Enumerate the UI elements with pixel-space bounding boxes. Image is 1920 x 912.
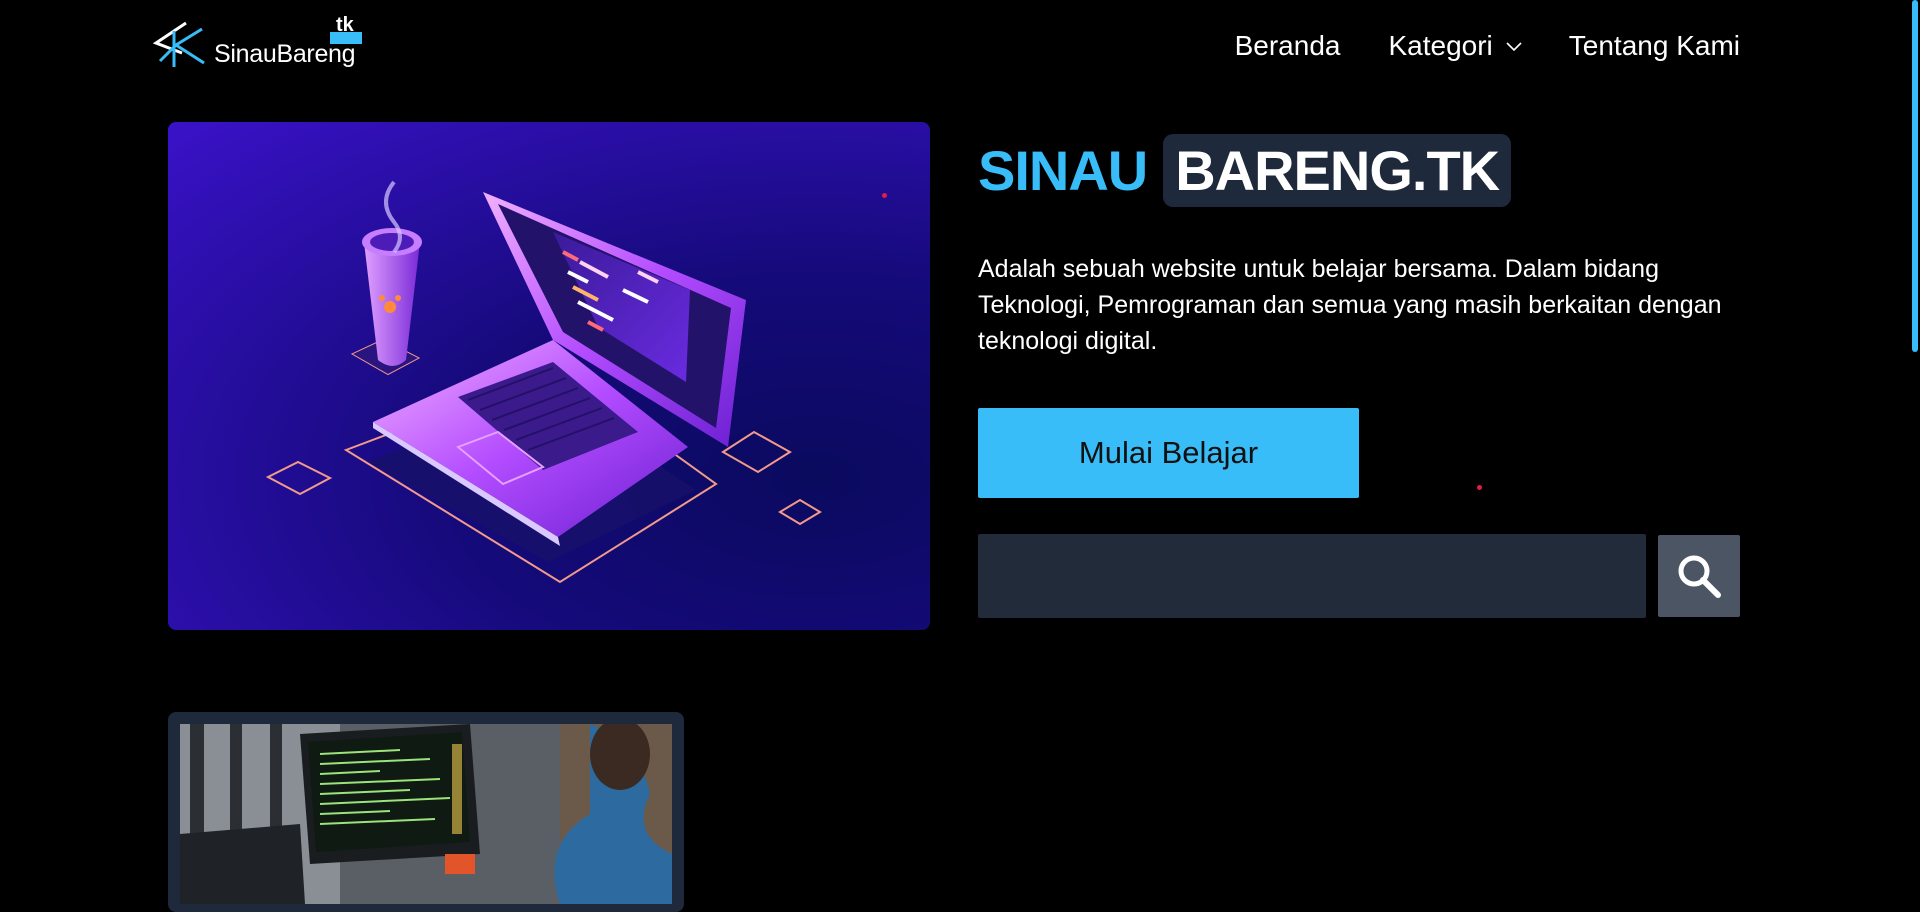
- laptop-coffee-illustration: [265, 180, 822, 584]
- logo-text: SinauBareng: [214, 40, 356, 68]
- decorative-dot: [1477, 485, 1482, 490]
- nav-kategori[interactable]: Kategori: [1388, 30, 1522, 62]
- programmer-photo: [180, 724, 672, 904]
- mulai-belajar-button[interactable]: Mulai Belajar: [978, 408, 1359, 498]
- nav-tentang-kami[interactable]: Tentang Kami: [1569, 30, 1740, 62]
- hero-description: Adalah sebuah website untuk belajar bers…: [978, 255, 1722, 355]
- search-icon: [1678, 555, 1721, 598]
- logo-badge: tk: [330, 14, 362, 44]
- chevron-down-icon: [1506, 42, 1522, 52]
- hero-title-part2: BARENG.TK: [1163, 134, 1512, 207]
- hero-illustration: [168, 122, 930, 630]
- main-nav: Beranda Kategori Tentang Kami: [1235, 30, 1740, 62]
- hero-title-part1: SINAU: [978, 139, 1148, 202]
- site-logo[interactable]: SinauBareng tk: [152, 14, 364, 72]
- decorative-dot: [882, 193, 887, 198]
- post-card[interactable]: [168, 712, 684, 912]
- search-button[interactable]: [1658, 535, 1740, 617]
- nav-beranda[interactable]: Beranda: [1235, 30, 1341, 62]
- sk-logo-icon: [152, 21, 205, 67]
- hero-title: SINAU BARENG.TK: [978, 134, 1512, 207]
- post-card-image: [180, 724, 672, 904]
- nav-kategori-label: Kategori: [1388, 30, 1493, 61]
- scrollbar-thumb[interactable]: [1912, 0, 1918, 352]
- scrollbar[interactable]: [1910, 0, 1920, 880]
- search-input[interactable]: [978, 534, 1646, 618]
